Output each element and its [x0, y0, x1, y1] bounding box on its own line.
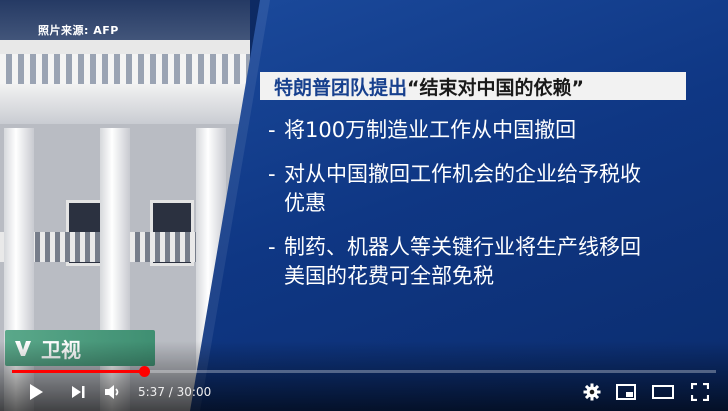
- video-player[interactable]: 照片来源: AFP 特朗普团队提出 “结束对中国的依赖” - 将100万制造业工…: [0, 0, 728, 411]
- progress-scrubber[interactable]: [138, 366, 150, 377]
- bullet-dash: -: [268, 162, 276, 186]
- next-icon: [72, 386, 85, 398]
- duration: 30:00: [176, 385, 212, 399]
- headline-bar: 特朗普团队提出 “结束对中国的依赖”: [260, 72, 686, 100]
- time-separator: /: [164, 385, 177, 399]
- volume-button[interactable]: [100, 380, 124, 404]
- next-button[interactable]: [66, 380, 90, 404]
- time-display: 5:37 / 30:00: [138, 377, 211, 407]
- bullet-item: - 对从中国撤回工作机会的企业给予税收优惠: [268, 160, 708, 218]
- headline-text-dark: “结束对中国的依赖”: [407, 76, 584, 99]
- miniplayer-button[interactable]: [614, 380, 638, 404]
- current-time: 5:37: [138, 385, 165, 399]
- miniplayer-icon: [616, 384, 636, 400]
- photo-credit: 照片来源: AFP: [38, 24, 119, 37]
- bullet-dash: -: [268, 118, 276, 142]
- fullscreen-icon: [691, 383, 709, 401]
- fullscreen-button[interactable]: [688, 380, 712, 404]
- gear-icon: [583, 383, 601, 401]
- settings-button[interactable]: [580, 380, 604, 404]
- play-icon: [30, 384, 43, 400]
- headline-text-blue: 特朗普团队提出: [274, 76, 408, 99]
- theater-button[interactable]: [650, 380, 676, 404]
- volume-icon: [105, 385, 119, 399]
- bullet-text: 制药、机器人等关键行业将生产线移回美国的花费可全部免税: [284, 235, 641, 288]
- bullet-dash: -: [268, 235, 276, 259]
- bullet-item: - 制药、机器人等关键行业将生产线移回美国的花费可全部免税: [268, 233, 708, 291]
- progress-bar[interactable]: [12, 366, 716, 377]
- theater-icon: [652, 385, 674, 399]
- bullet-text: 对从中国撤回工作机会的企业给予税收优惠: [284, 162, 641, 215]
- progress-played: [12, 370, 144, 373]
- bullet-list: - 将100万制造业工作从中国撤回 - 对从中国撤回工作机会的企业给予税收优惠 …: [268, 116, 708, 306]
- bullet-text: 将100万制造业工作从中国撤回: [284, 118, 577, 142]
- bullet-item: - 将100万制造业工作从中国撤回: [268, 116, 708, 145]
- control-bar: 5:37 / 30:00: [0, 377, 728, 407]
- play-button[interactable]: [24, 380, 48, 404]
